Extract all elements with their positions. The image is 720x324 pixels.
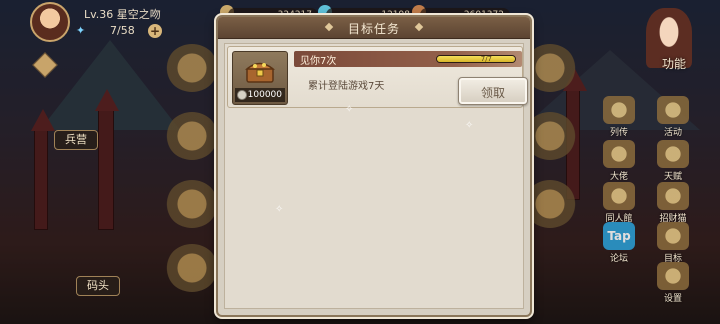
task-description: 累计登陆游戏7天 <box>308 81 385 92</box>
menu-item-forum[interactable]: Tap 论坛 <box>596 222 642 264</box>
menu-item-settings[interactable]: 设置 <box>650 262 696 304</box>
side-building-button[interactable] <box>166 112 218 160</box>
energy-icon: ✦ <box>76 24 86 37</box>
menu-item-biography[interactable]: 列传 <box>596 96 642 138</box>
cat-icon <box>657 182 689 210</box>
side-building-button[interactable] <box>166 44 218 92</box>
silver-coin-icon <box>237 90 247 100</box>
dialog-header: 目标任务 <box>218 17 530 39</box>
task-name: 见你7次 <box>300 56 337 67</box>
add-energy-button[interactable]: + <box>148 24 162 38</box>
claim-button-label: 领取 <box>480 86 505 100</box>
reward-item[interactable]: 100000 <box>232 51 288 105</box>
dialog-title: 目标任务 <box>347 22 400 36</box>
menu-item-fan-hall[interactable]: 同人館 <box>596 182 642 224</box>
goal-task-dialog: 目标任务 100000 见你7次 7/7 累计登陆游戏7天 领取 ✧ ✧ ✧ <box>216 15 532 317</box>
task-list[interactable]: 100000 见你7次 7/7 累计登陆游戏7天 领取 ✧ ✧ ✧ <box>224 43 528 309</box>
function-menu-label[interactable]: 功能 <box>662 55 686 72</box>
energy-value: 7/58 <box>110 24 135 37</box>
menu-item-lucky-cat[interactable]: 招财猫 <box>650 182 696 224</box>
player-level-name: Lv.36 星空之吻 <box>84 8 161 21</box>
task-progress-bar <box>436 55 516 63</box>
sparkle-icon: ✧ <box>465 120 474 131</box>
sparkle-icon: ✧ <box>275 204 284 215</box>
dock-label[interactable]: 码头 <box>76 276 120 296</box>
task-progress-fill <box>437 56 515 62</box>
crown-icon <box>603 140 635 168</box>
castle-icon <box>603 182 635 210</box>
claim-reward-button[interactable]: 领取 <box>458 77 528 105</box>
tap-icon: Tap <box>603 222 635 250</box>
side-building-button[interactable] <box>166 180 218 228</box>
player-avatar[interactable] <box>30 2 70 42</box>
shield-icon <box>657 140 689 168</box>
sparkle-icon: ✧ <box>345 104 354 115</box>
gear-icon <box>657 262 689 290</box>
task-name-bar: 见你7次 7/7 <box>294 51 522 67</box>
menu-item-boss[interactable]: 大佬 <box>596 140 642 182</box>
treasure-chest-icon <box>245 62 275 83</box>
medal-icon <box>657 96 689 124</box>
menu-item-events[interactable]: 活动 <box>650 96 696 138</box>
target-icon <box>657 222 689 250</box>
task-card: 100000 见你7次 7/7 累计登陆游戏7天 领取 <box>227 46 528 108</box>
side-building-button[interactable] <box>166 244 218 292</box>
menu-item-goals[interactable]: 目标 <box>650 222 696 264</box>
task-progress-text: 7/7 <box>480 55 492 63</box>
barracks-label[interactable]: 兵营 <box>54 130 98 150</box>
book-icon <box>603 96 635 124</box>
menu-item-talent[interactable]: 天赋 <box>650 140 696 182</box>
